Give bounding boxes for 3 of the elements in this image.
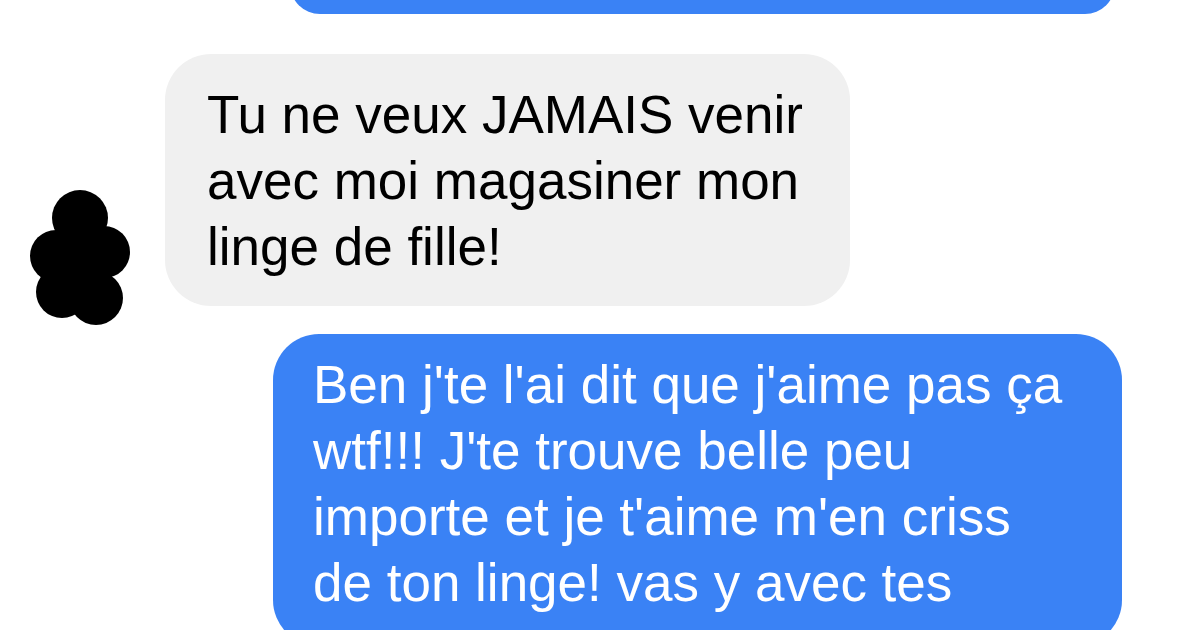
message-bubble: Tu ne veux JAMAIS venir avec moi magasiner mon linge de fille! [165, 54, 850, 306]
message-bubble: Ben j'te l'ai dit que j'aime pas ça wtf!!! J'te trouve belle peu importe et je t'aime m'en criss de ton linge! vas y avec tes [273, 334, 1122, 630]
avatar-scribble-icon [30, 188, 130, 326]
